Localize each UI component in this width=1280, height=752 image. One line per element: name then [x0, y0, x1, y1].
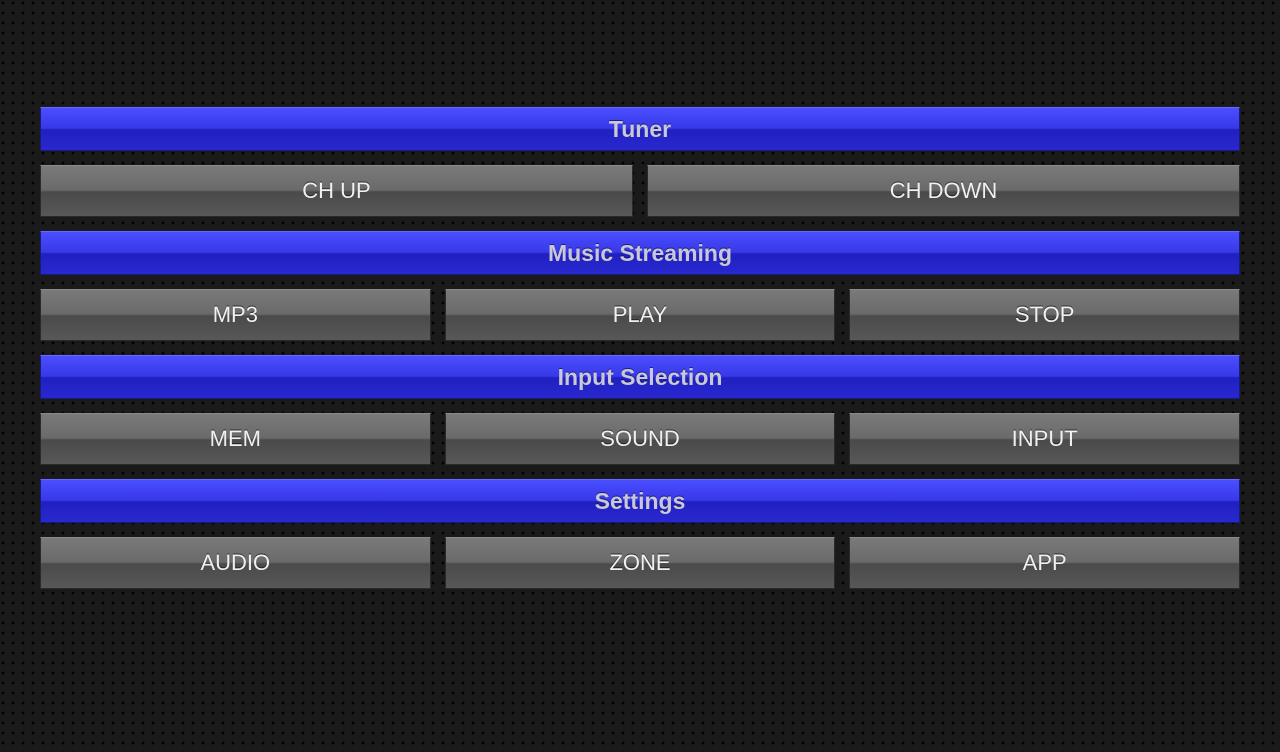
tuner-header: Tuner [40, 107, 1240, 151]
mem-button[interactable]: MEM [40, 413, 431, 465]
input-selection-header: Input Selection [40, 355, 1240, 399]
stop-button[interactable]: STOP [849, 289, 1240, 341]
tuner-button-row: CH UP CH DOWN [40, 165, 1240, 217]
ch-down-button[interactable]: CH DOWN [647, 165, 1240, 217]
remote-control-panel: Tuner CH UP CH DOWN Music Streaming MP3 … [0, 0, 1280, 629]
input-label: INPUT [1012, 426, 1078, 452]
app-button[interactable]: APP [849, 537, 1240, 589]
tuner-section: Tuner CH UP CH DOWN [40, 107, 1240, 217]
settings-header: Settings [40, 479, 1240, 523]
music-streaming-section: Music Streaming MP3 PLAY STOP [40, 231, 1240, 341]
sound-label: SOUND [600, 426, 679, 452]
settings-section: Settings AUDIO ZONE APP [40, 479, 1240, 589]
music-streaming-title: Music Streaming [548, 240, 732, 267]
stop-label: STOP [1015, 302, 1075, 328]
settings-button-row: AUDIO ZONE APP [40, 537, 1240, 589]
play-label: PLAY [613, 302, 668, 328]
play-button[interactable]: PLAY [445, 289, 836, 341]
zone-button[interactable]: ZONE [445, 537, 836, 589]
audio-label: AUDIO [200, 550, 270, 576]
mem-label: MEM [210, 426, 261, 452]
input-selection-button-row: MEM SOUND INPUT [40, 413, 1240, 465]
sound-button[interactable]: SOUND [445, 413, 836, 465]
ch-up-label: CH UP [302, 178, 370, 204]
input-selection-section: Input Selection MEM SOUND INPUT [40, 355, 1240, 465]
input-selection-title: Input Selection [558, 364, 723, 391]
ch-down-label: CH DOWN [890, 178, 998, 204]
input-button[interactable]: INPUT [849, 413, 1240, 465]
audio-button[interactable]: AUDIO [40, 537, 431, 589]
settings-title: Settings [595, 488, 686, 515]
music-streaming-button-row: MP3 PLAY STOP [40, 289, 1240, 341]
zone-label: ZONE [609, 550, 670, 576]
music-streaming-header: Music Streaming [40, 231, 1240, 275]
tuner-title: Tuner [609, 116, 671, 143]
mp3-label: MP3 [213, 302, 258, 328]
app-label: APP [1023, 550, 1067, 576]
ch-up-button[interactable]: CH UP [40, 165, 633, 217]
mp3-button[interactable]: MP3 [40, 289, 431, 341]
